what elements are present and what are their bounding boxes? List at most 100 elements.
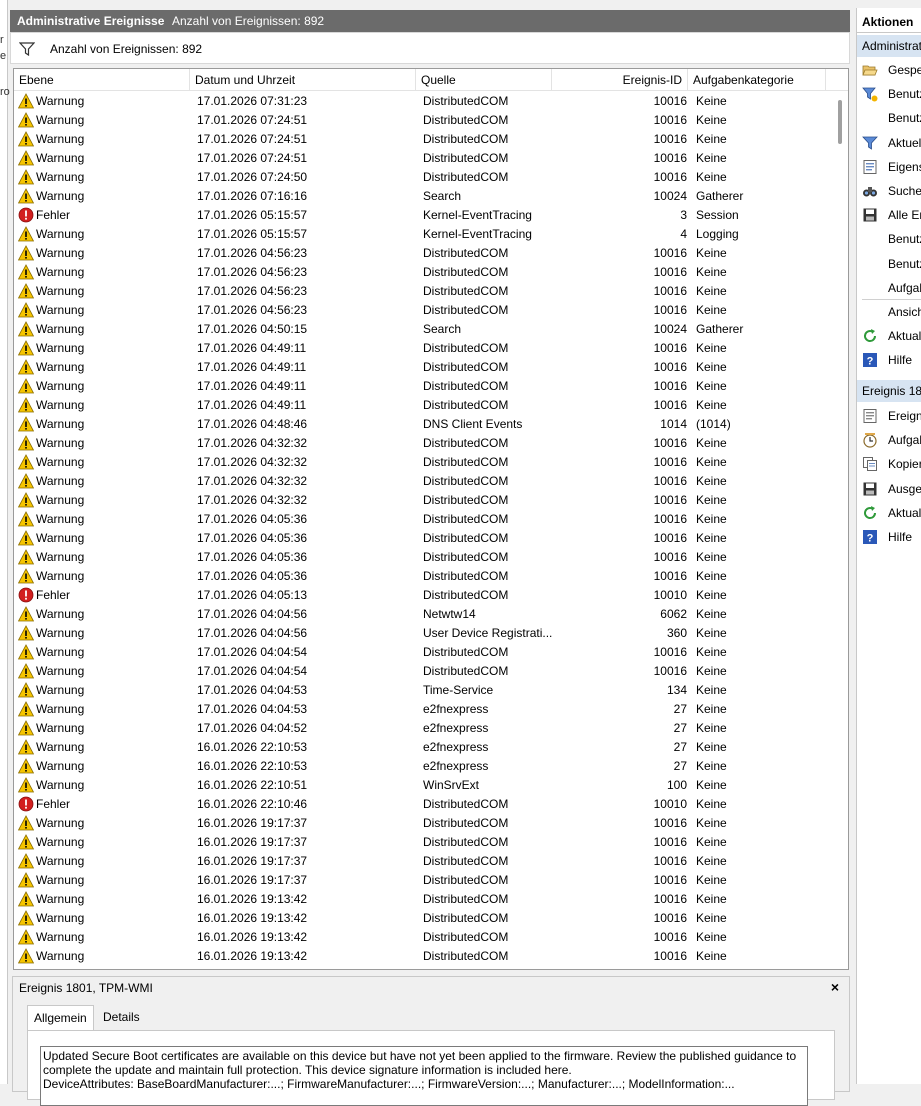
table-row[interactable]: Warnung 17.01.2026 04:48:46 DNS Client Eve… xyxy=(14,415,834,434)
column-header-date[interactable]: Datum und Uhrzeit xyxy=(190,69,416,91)
table-row[interactable]: Warnung 17.01.2026 04:49:11 DistributedCOM… xyxy=(14,339,834,358)
action-item[interactable]: Suchen... xyxy=(857,179,921,203)
table-row[interactable]: Warnung 16.01.2026 19:13:42 DistributedCOM… xyxy=(14,890,834,909)
action-item[interactable]: ? Hilfe xyxy=(857,348,921,372)
level-text: Warnung xyxy=(36,949,85,963)
table-row[interactable]: Warnung 17.01.2026 04:56:23 DistributedCOM… xyxy=(14,263,834,282)
table-row[interactable]: Warnung 16.01.2026 22:10:53 e2fnexpress 27 K… xyxy=(14,738,834,757)
table-row[interactable]: Warnung 17.01.2026 04:04:53 Time-Service 13… xyxy=(14,681,834,700)
column-header-level[interactable]: Ebene xyxy=(14,69,190,91)
cell-date: 17.01.2026 04:32:32 xyxy=(197,474,308,488)
actions-section-admin-events[interactable]: Administrative Ereignisse xyxy=(857,35,921,57)
cell-task-category: Logging xyxy=(696,227,739,241)
table-row[interactable]: Warnung 17.01.2026 04:04:54 DistributedCOM… xyxy=(14,662,834,681)
cell-event-id: 10024 xyxy=(653,189,687,203)
table-row[interactable]: Warnung 17.01.2026 04:32:32 DistributedCOM… xyxy=(14,491,834,510)
event-description[interactable]: Updated Secure Boot certificates are ava… xyxy=(40,1046,808,1106)
cell-level: Warnung xyxy=(18,225,188,244)
level-text: Warnung xyxy=(36,835,85,849)
action-item[interactable]: Alle Ereignisse speichern unter... xyxy=(857,203,921,227)
table-row[interactable]: Warnung 17.01.2026 04:49:11 DistributedCOM… xyxy=(14,396,834,415)
action-item[interactable]: Ansicht xyxy=(857,300,921,324)
action-label: Alle Ereignisse speichern unter... xyxy=(888,208,921,223)
table-row[interactable]: Warnung 16.01.2026 22:10:53 e2fnexpress 27 K… xyxy=(14,757,834,776)
warning-icon xyxy=(18,682,34,698)
action-item[interactable]: Ereigniseigenschaften xyxy=(857,404,921,428)
action-item[interactable]: Aufgabe an diese benutzerdefinierte Ansi… xyxy=(857,276,921,300)
action-item[interactable]: Kopieren xyxy=(857,452,921,476)
table-row[interactable]: Warnung 17.01.2026 04:49:11 DistributedCOM… xyxy=(14,377,834,396)
warning-icon xyxy=(18,625,34,641)
level-text: Warnung xyxy=(36,379,85,393)
cell-date: 17.01.2026 04:05:13 xyxy=(197,588,308,602)
table-row[interactable]: Fehler 17.01.2026 05:15:57 Kernel-EventTra… xyxy=(14,206,834,225)
action-item[interactable]: ? Hilfe xyxy=(857,525,921,549)
close-icon[interactable]: × xyxy=(831,979,839,995)
table-row[interactable]: Fehler 17.01.2026 04:05:13 DistributedCOM 1… xyxy=(14,586,834,605)
cell-level: Fehler xyxy=(18,206,188,225)
table-row[interactable]: Warnung 17.01.2026 07:24:51 DistributedCOM… xyxy=(14,149,834,168)
filter-icon[interactable] xyxy=(19,42,35,56)
column-header-task-category[interactable]: Aufgabenkategorie xyxy=(688,69,826,91)
cell-level: Warnung xyxy=(18,909,188,928)
table-row[interactable]: Warnung 16.01.2026 19:13:42 DistributedCOM… xyxy=(14,909,834,928)
table-row[interactable]: Warnung 17.01.2026 04:05:36 DistributedCOM… xyxy=(14,567,834,586)
action-item[interactable]: Aktualisieren xyxy=(857,501,921,525)
action-item[interactable]: Aufgabe an dieses Ereignis anfügen... xyxy=(857,428,921,452)
action-item[interactable]: Ausgewählte Ereignisse speichern... xyxy=(857,477,921,501)
table-row[interactable]: Warnung 17.01.2026 04:04:56 User Device Re… xyxy=(14,624,834,643)
cell-event-id: 10016 xyxy=(653,873,687,887)
actions-section-event[interactable]: Ereignis 1801, TPM-WMI xyxy=(857,380,921,402)
table-row[interactable]: Warnung 17.01.2026 04:32:32 DistributedCOM… xyxy=(14,472,834,491)
table-row[interactable]: Warnung 16.01.2026 19:13:42 DistributedCOM… xyxy=(14,947,834,966)
table-row[interactable]: Warnung 17.01.2026 07:31:23 DistributedCOM… xyxy=(14,92,834,111)
vertical-scrollbar[interactable] xyxy=(832,92,848,969)
table-row[interactable]: Warnung 16.01.2026 19:17:37 DistributedCOM… xyxy=(14,814,834,833)
table-row[interactable]: Warnung 17.01.2026 05:15:57 Kernel-EventTr… xyxy=(14,225,834,244)
cell-date: 16.01.2026 19:13:42 xyxy=(197,911,308,925)
cell-date: 17.01.2026 07:24:51 xyxy=(197,132,308,146)
level-text: Warnung xyxy=(36,398,85,412)
table-row[interactable]: Warnung 17.01.2026 07:24:50 DistributedCOM… xyxy=(14,168,834,187)
table-row[interactable]: Warnung 17.01.2026 04:05:36 DistributedCOM… xyxy=(14,548,834,567)
table-row[interactable]: Warnung 17.01.2026 07:24:51 DistributedCOM… xyxy=(14,111,834,130)
table-row[interactable]: Warnung 17.01.2026 04:32:32 DistributedCOM… xyxy=(14,434,834,453)
table-row[interactable]: Warnung 17.01.2026 07:16:16 Search 10024 Gat… xyxy=(14,187,834,206)
column-header-event-id[interactable]: Ereignis-ID xyxy=(552,69,688,91)
action-item[interactable]: Benutzerdefinierte Ansicht importieren..… xyxy=(857,106,921,130)
table-row[interactable]: Warnung 16.01.2026 22:10:51 WinSrvExt 100 Ke… xyxy=(14,776,834,795)
table-row[interactable]: Warnung 17.01.2026 04:04:53 e2fnexpress 27 K… xyxy=(14,700,834,719)
table-row[interactable]: Warnung 17.01.2026 04:56:23 DistributedCOM… xyxy=(14,282,834,301)
table-row[interactable]: Fehler 16.01.2026 22:10:46 DistributedCOM 1… xyxy=(14,795,834,814)
table-row[interactable]: Warnung 17.01.2026 04:04:54 DistributedCOM… xyxy=(14,643,834,662)
action-item[interactable]: Benutzerdefinierte Ansicht kopieren... xyxy=(857,252,921,276)
table-row[interactable]: Warnung 17.01.2026 04:32:32 DistributedCOM… xyxy=(14,453,834,472)
action-item[interactable]: Eigenschaften xyxy=(857,155,921,179)
table-row[interactable]: Warnung 17.01.2026 07:24:51 DistributedCOM… xyxy=(14,130,834,149)
action-item[interactable]: Aktualisieren xyxy=(857,324,921,348)
table-row[interactable]: Warnung 16.01.2026 19:17:37 DistributedCOM… xyxy=(14,852,834,871)
table-row[interactable]: Warnung 16.01.2026 19:17:37 DistributedCOM… xyxy=(14,871,834,890)
table-row[interactable]: Warnung 16.01.2026 19:13:42 DistributedCOM… xyxy=(14,928,834,947)
tab-general[interactable]: Allgemein xyxy=(27,1005,94,1031)
save-icon xyxy=(863,482,877,496)
column-header-source[interactable]: Quelle xyxy=(416,69,552,91)
table-row[interactable]: Warnung 17.01.2026 04:49:11 DistributedCOM… xyxy=(14,358,834,377)
table-row[interactable]: Warnung 16.01.2026 19:17:37 DistributedCOM… xyxy=(14,833,834,852)
table-row[interactable]: Warnung 17.01.2026 04:05:36 DistributedCOM… xyxy=(14,510,834,529)
action-item[interactable]: Aktuelle benutzerdefinierte Ansicht filt… xyxy=(857,131,921,155)
action-item[interactable]: Gespeicherte Ansicht öffnen... xyxy=(857,58,921,82)
table-body: Warnung 17.01.2026 07:31:23 DistributedCOM… xyxy=(14,92,834,966)
table-row[interactable]: Warnung 17.01.2026 04:56:23 DistributedCOM… xyxy=(14,244,834,263)
cell-source: DistributedCOM xyxy=(423,854,509,868)
table-row[interactable]: Warnung 17.01.2026 04:04:52 e2fnexpress 27 K… xyxy=(14,719,834,738)
cell-event-id: 10016 xyxy=(653,284,687,298)
tab-details[interactable]: Details xyxy=(97,1005,146,1031)
table-row[interactable]: Warnung 17.01.2026 04:05:36 DistributedCOM… xyxy=(14,529,834,548)
table-row[interactable]: Warnung 17.01.2026 04:04:56 Netwtw14 6062 Ke… xyxy=(14,605,834,624)
scrollbar-thumb[interactable] xyxy=(838,100,842,144)
table-row[interactable]: Warnung 17.01.2026 04:50:15 Search 10024 Gat… xyxy=(14,320,834,339)
action-item[interactable]: Benutzerdefinierte Ansicht exportieren..… xyxy=(857,227,921,251)
action-item[interactable]: Benutzerdefinierte Ansicht erstellen... xyxy=(857,82,921,106)
table-row[interactable]: Warnung 17.01.2026 04:56:23 DistributedCOM… xyxy=(14,301,834,320)
